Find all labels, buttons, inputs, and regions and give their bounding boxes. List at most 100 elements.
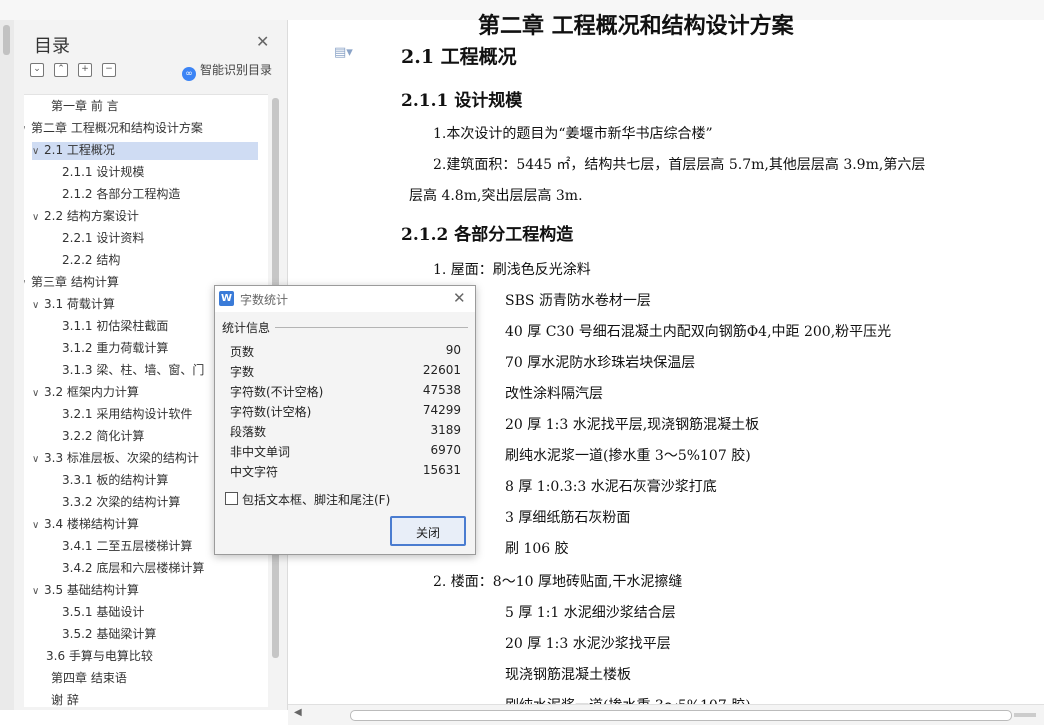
paragraph-marker-icon[interactable]: ▤▾ (334, 45, 353, 60)
stat-value: 6970 (430, 443, 461, 457)
chevron-down-icon[interactable]: ∨ (32, 518, 44, 534)
chevron-down-icon[interactable]: ∨ (32, 584, 44, 600)
stat-value: 22601 (422, 363, 461, 377)
floor-spec-line: 5 厚 1:1 水泥细沙浆结合层 (505, 605, 676, 621)
roof-spec-line: 20 厚 1:3 水泥找平层,现浇钢筋混凝土板 (505, 417, 760, 433)
toc-item[interactable]: 3.6 手算与电算比较 (46, 648, 153, 664)
stats-section-label: 统计信息 (222, 321, 271, 335)
toc-item[interactable]: ∨ 3.2 框架内力计算 (32, 384, 139, 402)
chevron-down-icon[interactable]: ∨ (24, 122, 31, 138)
toc-item[interactable]: 第一章 前 言 (51, 98, 119, 114)
add-heading-icon[interactable]: + (78, 63, 92, 77)
dialog-title: 字数统计 (240, 293, 289, 307)
toc-close-icon[interactable]: ✕ (256, 32, 269, 51)
toc-item[interactable]: 3.4.2 底层和六层楼梯计算 (62, 560, 204, 576)
toc-item-label: 3.3 标准层板、次梁的结构计 (44, 451, 199, 465)
word-count-dialog: W 字数统计 ✕ 统计信息 页数 90 字数 22601 字符数(不计空格) 47538 字… (214, 285, 476, 555)
toc-item-label: 3.4 楼梯结构计算 (44, 517, 139, 531)
dialog-header: W 字数统计 ✕ (215, 286, 475, 312)
wps-logo-icon: W (219, 291, 234, 306)
chevron-down-icon[interactable]: ∨ (32, 298, 44, 314)
horizontal-scrollbar[interactable]: ◀ (288, 704, 1044, 725)
paragraph-1: 1.本次设计的题目为“姜堰市新华书店综合楼” (433, 126, 713, 142)
toc-item-label: 3.5.2 基础梁计算 (62, 627, 157, 641)
toc-item-label: 2.1 工程概况 (44, 143, 115, 157)
stat-label: 中文字符 (230, 465, 279, 479)
stat-value: 90 (445, 343, 461, 357)
toc-item[interactable]: 3.2.1 采用结构设计软件 (62, 406, 192, 422)
toc-item[interactable]: 2.1.1 设计规模 (62, 164, 144, 180)
toc-item-label: 3.2.1 采用结构设计软件 (62, 407, 193, 421)
toc-item-label: 3.2 框架内力计算 (44, 385, 139, 399)
toc-item-label: 3.6 手算与电算比较 (46, 649, 153, 663)
chevron-down-icon[interactable]: ∨ (32, 452, 44, 468)
heading-2-1: 2.1 工程概况 (401, 46, 517, 68)
toc-item[interactable]: 第四章 结束语 (51, 670, 127, 686)
toc-item[interactable]: ∨ 3.5 基础结构计算 (32, 582, 139, 600)
toc-item-label: 3.1.2 重力荷载计算 (62, 341, 169, 355)
left-strip-thumb[interactable] (3, 25, 10, 55)
collapse-all-icon[interactable]: ⌃ (54, 63, 68, 77)
toc-item[interactable]: 2.2.2 结构 (62, 252, 120, 268)
toc-item[interactable]: ∨ 2.1 工程概况 (32, 142, 258, 160)
roof-spec-line: 70 厚水泥防水珍珠岩块保温层 (505, 355, 696, 371)
toc-item[interactable]: 3.2.2 简化计算 (62, 428, 144, 444)
toc-item[interactable]: ∨ 3.4 楼梯结构计算 (32, 516, 139, 534)
toc-item-label: 3.3.1 板的结构计算 (62, 473, 169, 487)
floor-spec-line: 20 厚 1:3 水泥沙浆找平层 (505, 636, 671, 652)
toc-item[interactable]: ∨ 2.2 结构方案设计 (32, 208, 139, 226)
toc-item-label: 3.5.1 基础设计 (62, 605, 145, 619)
roof-label: 1. 屋面：刷浅色反光涂料 (433, 262, 591, 278)
stat-value: 15631 (422, 463, 461, 477)
heading-2-1-1: 2.1.1 设计规模 (401, 91, 523, 111)
include-textbox-checkbox[interactable] (225, 492, 238, 505)
chevron-down-icon[interactable]: ∨ (32, 386, 44, 402)
toc-item-label: 3.5 基础结构计算 (44, 583, 139, 597)
close-button[interactable]: 关闭 (390, 516, 466, 546)
roof-spec-line: 8 厚 1:0.3:3 水泥石灰膏沙浆打底 (505, 479, 717, 495)
toc-item-label: 3.1.1 初估梁柱截面 (62, 319, 169, 333)
toc-item[interactable]: 3.4.1 二至五层楼梯计算 (62, 538, 192, 554)
toc-item[interactable]: 3.5.1 基础设计 (62, 604, 144, 620)
toc-item-label: 3.4.1 二至五层楼梯计算 (62, 539, 193, 553)
toc-item[interactable]: 3.3.2 次梁的结构计算 (62, 494, 180, 510)
stat-value: 47538 (422, 383, 461, 397)
toc-item[interactable]: 3.3.1 板的结构计算 (62, 472, 168, 488)
toc-item-label: 3.4.2 底层和六层楼梯计算 (62, 561, 205, 575)
toc-item[interactable]: 谢 辞 (51, 692, 79, 707)
toc-item[interactable]: 2.2.1 设计资料 (62, 230, 144, 246)
toc-item[interactable]: 3.1.1 初估梁柱截面 (62, 318, 168, 334)
roof-spec-line: 改性涂料隔汽层 (505, 386, 603, 402)
stat-label: 页数 (230, 345, 255, 359)
toc-item[interactable]: 2.1.2 各部分工程构造 (62, 186, 180, 202)
toc-item[interactable]: ∨第三章 结构计算 (24, 274, 119, 292)
roof-spec-line: SBS 沥青防水卷材一层 (505, 293, 651, 309)
chevron-down-icon[interactable]: ∨ (24, 276, 31, 292)
chevron-down-icon[interactable]: ∨ (32, 144, 44, 160)
stat-label: 字符数(计空格) (230, 405, 312, 419)
toc-item[interactable]: 3.1.2 重力荷载计算 (62, 340, 168, 356)
toc-item[interactable]: 3.1.3 梁、柱、墙、窗、门 (62, 362, 204, 378)
scroll-left-icon[interactable]: ◀ (294, 707, 302, 718)
smart-toc-button[interactable]: ∞ 智能识别目录 (182, 61, 272, 81)
toc-item[interactable]: ∨ 3.1 荷载计算 (32, 296, 115, 314)
roof-spec-line: 40 厚 C30 号细石混凝土内配双向钢筋Φ4,中距 200,粉平压光 (505, 324, 892, 340)
ai-icon: ∞ (182, 67, 196, 81)
toc-item[interactable]: ∨ 3.3 标准层板、次梁的结构计 (32, 450, 199, 468)
scroll-thumb[interactable] (350, 710, 1012, 721)
toc-item-label: 2.1.1 设计规模 (62, 165, 145, 179)
chevron-down-icon[interactable]: ∨ (32, 210, 44, 226)
dialog-close-icon[interactable]: ✕ (453, 289, 466, 307)
toc-item-label: 3.2.2 简化计算 (62, 429, 145, 443)
toc-item[interactable]: 3.5.2 基础梁计算 (62, 626, 156, 642)
toc-item-label: 3.3.2 次梁的结构计算 (62, 495, 181, 509)
expand-all-icon[interactable]: ⌄ (30, 63, 44, 77)
stat-label: 非中文单词 (230, 445, 291, 459)
left-edge-strip (0, 20, 15, 710)
scroll-mini-icon (1014, 713, 1036, 717)
remove-heading-icon[interactable]: − (102, 63, 116, 77)
stat-label: 字符数(不计空格) (230, 385, 324, 399)
roof-spec-line: 3 厚细纸筋石灰粉面 (505, 510, 631, 526)
toc-item[interactable]: ∨第二章 工程概况和结构设计方案 (24, 120, 203, 138)
stat-value: 74299 (422, 403, 461, 417)
